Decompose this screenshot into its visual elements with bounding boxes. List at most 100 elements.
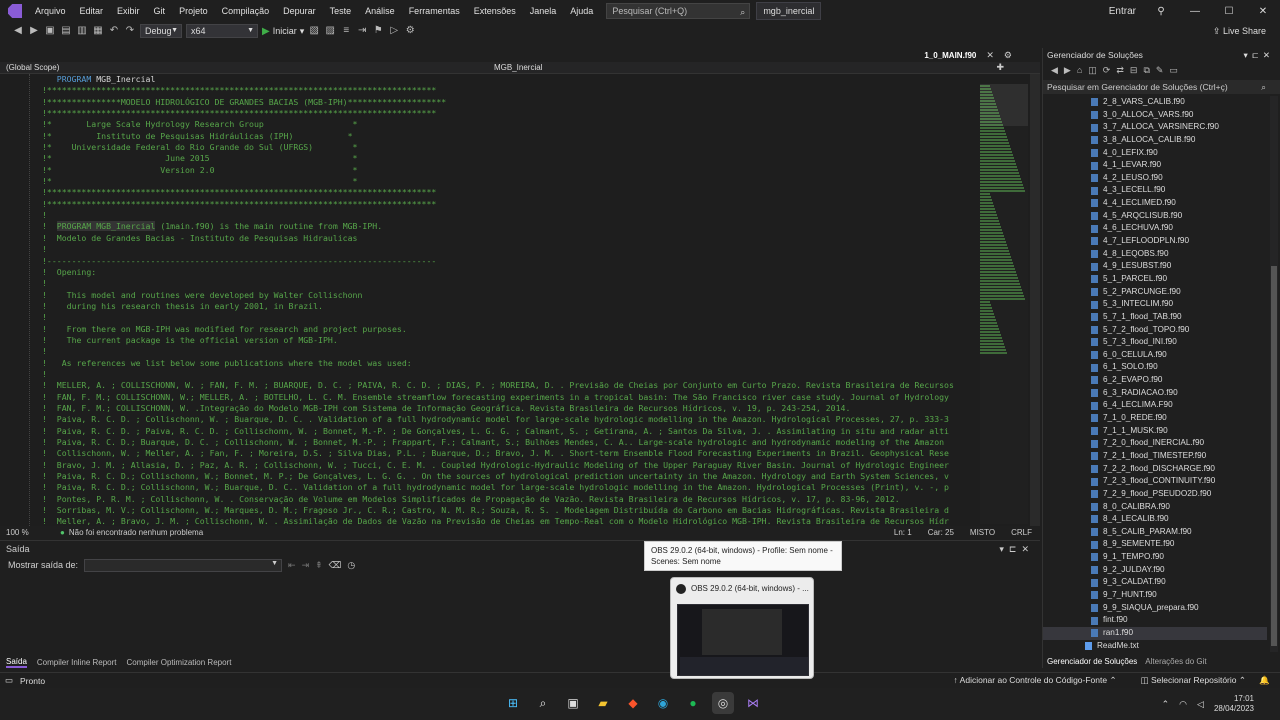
solution-file-item[interactable]: 3_8_ALLOCA_CALIB.f90 (1043, 134, 1267, 147)
brave-browser-icon[interactable]: ◆ (622, 692, 644, 714)
solution-file-item[interactable]: 8_5_CALIB_PARAM.f90 (1043, 526, 1267, 539)
solution-file-item[interactable]: 7_1_0_REDE.f90 (1043, 412, 1267, 425)
menu-ferramentas[interactable]: Ferramentas (402, 0, 467, 22)
file-explorer-icon[interactable]: ▰ (592, 692, 614, 714)
back-icon[interactable]: ◀ (12, 25, 24, 37)
problems-status[interactable]: Não foi encontrado nenhum problema (69, 528, 203, 537)
next-message-icon[interactable]: ⇥ (302, 560, 310, 571)
spotify-icon[interactable]: ● (682, 692, 704, 714)
chevron-up-icon[interactable]: ⌃ (1162, 699, 1170, 710)
solution-file-item[interactable]: 4_4_LECLIMED.f90 (1043, 197, 1267, 210)
visual-studio-icon[interactable]: ⋈ (742, 692, 764, 714)
solution-file-item[interactable]: 6_2_EVAPO.f90 (1043, 374, 1267, 387)
menu-janela[interactable]: Janela (523, 0, 564, 22)
signin-link[interactable]: Entrar (1109, 6, 1144, 17)
start-debugging-button[interactable]: ▶ Iniciar ▾ (262, 26, 304, 37)
menu-git[interactable]: Git (147, 0, 173, 22)
member-dropdown[interactable]: MGB_Inercial (488, 63, 542, 72)
close-tab-icon[interactable]: ✕ (986, 50, 994, 61)
menu-ajuda[interactable]: Ajuda (563, 0, 600, 22)
split-add-icon[interactable]: ✚ (996, 62, 1004, 73)
global-search-input[interactable]: Pesquisar (Ctrl+Q) ⌕ (606, 3, 751, 19)
solution-file-item[interactable]: 4_3_LECELL.f90 (1043, 184, 1267, 197)
maximize-icon[interactable]: ☐ (1212, 6, 1246, 17)
solution-file-item[interactable]: fint.f90 (1043, 614, 1267, 627)
line-ending[interactable]: CRLF (1011, 528, 1032, 537)
run-icon[interactable]: ▷ (388, 25, 400, 37)
prev-message-icon[interactable]: ⇞ (315, 560, 323, 571)
solution-file-item[interactable]: 9_2_JULDAY.f90 (1043, 564, 1267, 577)
solution-file-item[interactable]: 9_3_CALDAT.f90 (1043, 576, 1267, 589)
minimize-icon[interactable]: — (1178, 6, 1212, 17)
solution-file-item[interactable]: 9_7_HUNT.f90 (1043, 589, 1267, 602)
wifi-icon[interactable]: ◠ (1179, 699, 1187, 710)
solution-file-readme[interactable]: ReadMe.txt (1043, 640, 1267, 652)
solution-file-item[interactable]: 7_2_9_flood_PSEUDO2D.f90 (1043, 488, 1267, 501)
menu-analise[interactable]: Análise (358, 0, 402, 22)
solution-file-item[interactable]: 7_2_1_flood_TIMESTEP.f90 (1043, 450, 1267, 463)
solution-file-item[interactable]: 6_4_LECLIMA.F90 (1043, 399, 1267, 412)
collapse-all-icon[interactable]: ⊟ (1130, 65, 1138, 76)
windows-start-icon[interactable]: ⊞ (502, 692, 524, 714)
preview-icon[interactable]: ▭ (1169, 65, 1178, 76)
menu-exibir[interactable]: Exibir (110, 0, 147, 22)
solution-file-item[interactable]: 7_2_0_flood_INERCIAL.f90 (1043, 437, 1267, 450)
solution-file-item[interactable]: 5_7_3_flood_INI.f90 (1043, 336, 1267, 349)
solution-file-item[interactable]: 8_9_SEMENTE.f90 (1043, 538, 1267, 551)
solution-file-item[interactable]: 4_8_LEQOBS.f90 (1043, 248, 1267, 261)
show-all-files-icon[interactable]: ⧉ (1143, 65, 1149, 76)
solution-file-item[interactable]: 5_7_1_flood_TAB.f90 (1043, 311, 1267, 324)
notifications-icon[interactable]: 🔔 (1259, 675, 1270, 686)
pane-controls[interactable]: ▾⊏✕ (999, 541, 1034, 557)
solution-file-item[interactable]: 4_2_LEUSO.f90 (1043, 172, 1267, 185)
solution-file-item[interactable]: 4_1_LEVAR.f90 (1043, 159, 1267, 172)
solution-file-item[interactable]: 6_3_RADIACAO.f90 (1043, 387, 1267, 400)
add-source-control-button[interactable]: ↑ Adicionar ao Controle do Código-Fonte … (954, 675, 1117, 686)
whitespace-mode[interactable]: MISTO (970, 528, 995, 537)
browser-icon[interactable]: ▨ (324, 25, 336, 37)
switch-views-icon[interactable]: ◫ (1088, 65, 1097, 76)
scope-dropdown[interactable]: (Global Scope) (0, 63, 488, 72)
solution-file-item[interactable]: 4_5_ARQCLISUB.f90 (1043, 210, 1267, 223)
system-clock[interactable]: 17:01 28/04/2023 (1214, 694, 1254, 714)
tab-git-changes[interactable]: Alterações do Git (1145, 657, 1206, 666)
solution-file-item[interactable]: 5_7_2_flood_TOPO.f90 (1043, 324, 1267, 337)
menu-teste[interactable]: Teste (323, 0, 359, 22)
solution-file-item[interactable]: 9_1_TEMPO.f90 (1043, 551, 1267, 564)
scrollbar-thumb[interactable] (1271, 266, 1277, 646)
save-icon[interactable]: ▥ (76, 25, 88, 37)
solution-file-item[interactable]: 5_3_INTECLIM.f90 (1043, 298, 1267, 311)
solution-file-item[interactable]: 3_0_ALLOCA_VARS.f90 (1043, 109, 1267, 122)
tab-compiler-inline-report[interactable]: Compiler Inline Report (37, 658, 117, 667)
solution-file-item[interactable]: 4_6_LECHUVA.f90 (1043, 222, 1267, 235)
volume-icon[interactable]: ◁ (1197, 699, 1204, 710)
solution-file-item[interactable]: 5_1_PARCEL.f90 (1043, 273, 1267, 286)
code-minimap[interactable] (980, 84, 1028, 524)
solution-file-item[interactable]: 3_7_ALLOCA_VARSINERC.f90 (1043, 121, 1267, 134)
tab-solution-explorer[interactable]: Gerenciador de Soluções (1047, 657, 1137, 666)
solution-file-item[interactable]: 5_2_PARCUNGE.f90 (1043, 286, 1267, 299)
menu-arquivo[interactable]: Arquivo (28, 0, 73, 22)
pane-controls[interactable]: ▾⊏✕ (1243, 48, 1274, 62)
open-icon[interactable]: ▤ (60, 25, 72, 37)
search-icon[interactable]: ⌕ (532, 692, 554, 714)
menu-compilacao[interactable]: Compilação (215, 0, 277, 22)
solution-file-item[interactable]: 4_7_LEFLOODPLN.f90 (1043, 235, 1267, 248)
tools-icon[interactable]: ⚙ (404, 25, 416, 37)
editor-vertical-scrollbar[interactable] (1030, 74, 1040, 526)
sync-icon[interactable]: ⇄ (1116, 65, 1124, 76)
solution-file-item[interactable]: 6_0_CELULA.f90 (1043, 349, 1267, 362)
forward-icon[interactable]: ▶ (1064, 65, 1071, 76)
find-message-icon[interactable]: ⇤ (288, 560, 296, 571)
menu-projeto[interactable]: Projeto (172, 0, 215, 22)
bookmark-icon[interactable]: ⚑ (372, 25, 384, 37)
solution-file-item[interactable]: 7_2_3_flood_CONTINUITY.f90 (1043, 475, 1267, 488)
zoom-level[interactable]: 100 % (6, 528, 29, 537)
obs-studio-icon[interactable]: ◎ (712, 692, 734, 714)
solution-file-item[interactable]: 2_8_VARS_CALIB.f90 (1043, 96, 1267, 109)
obs-window-thumbnail[interactable]: OBS 29.0.2 (64-bit, windows) - ... (670, 577, 814, 679)
solution-file-item[interactable]: 7_2_2_flood_DISCHARGE.f90 (1043, 463, 1267, 476)
menu-depurar[interactable]: Depurar (276, 0, 323, 22)
back-icon[interactable]: ◀ (1051, 65, 1058, 76)
menu-extensoes[interactable]: Extensões (467, 0, 523, 22)
